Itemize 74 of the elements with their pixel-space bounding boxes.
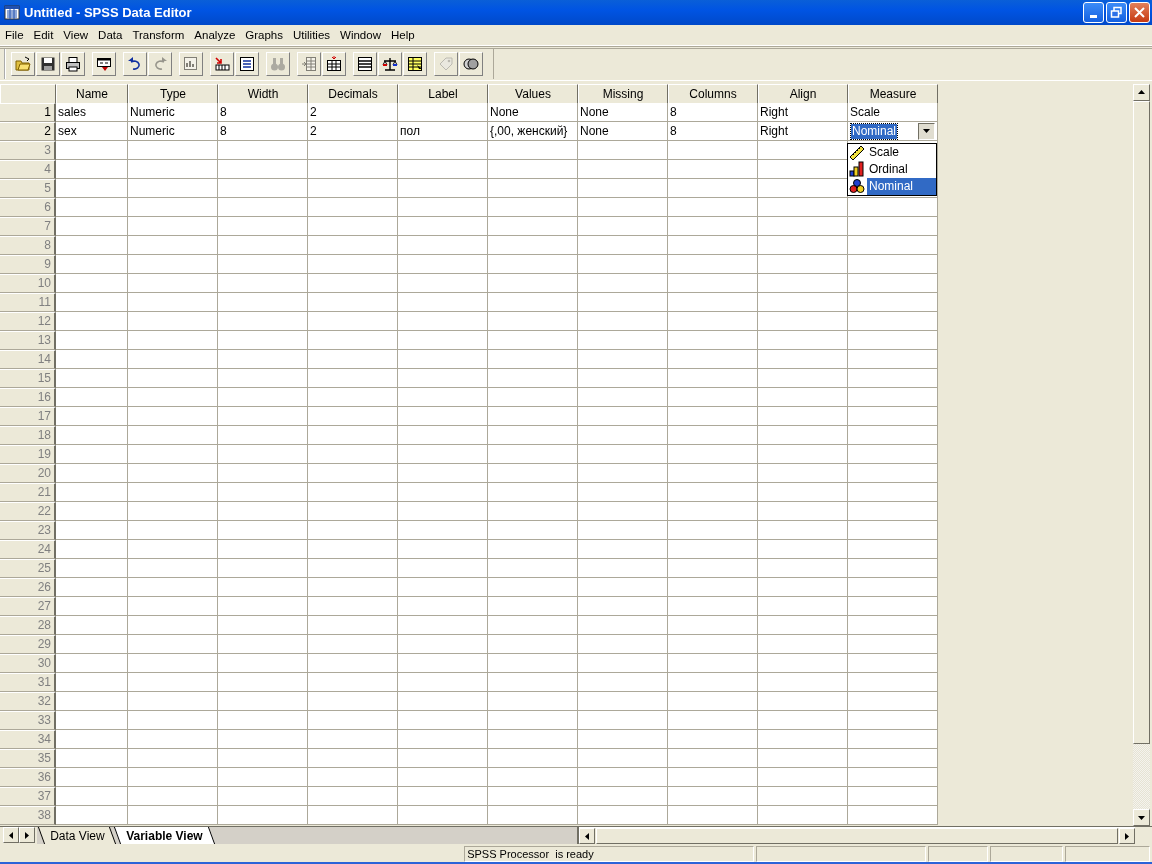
column-header[interactable]: Decimals (308, 83, 398, 104)
close-icon (1133, 5, 1146, 19)
toolbar-button[interactable] (458, 52, 483, 77)
sheet-tab[interactable]: Variable View (114, 827, 216, 844)
menu-item[interactable]: Analyze (189, 29, 241, 42)
toolbar-button[interactable] (122, 52, 147, 77)
menu-item[interactable]: Graphs (240, 29, 288, 42)
menu-item[interactable]: Help (385, 29, 420, 42)
column-header[interactable]: Values (488, 83, 578, 104)
column-header[interactable]: Width (218, 83, 308, 104)
dialog-icon (95, 56, 112, 73)
previous-tab-icon (9, 831, 13, 839)
tag-icon (437, 56, 454, 73)
printer-icon (64, 56, 81, 73)
dropdown-option[interactable]: Nominal (867, 177, 936, 195)
toolbar-button[interactable] (321, 52, 346, 77)
folder-icon (14, 56, 31, 73)
left-arrow-icon (585, 832, 589, 840)
spreadsheet-icon (4, 4, 20, 21)
toolbar-button[interactable] (402, 52, 427, 77)
arrow-to-row-icon (213, 56, 230, 73)
dropdown-option[interactable]: Scale (867, 143, 936, 161)
column-header[interactable]: Align (758, 83, 848, 104)
binoculars-icon (269, 56, 286, 73)
select-table-icon (406, 56, 423, 73)
dropdown-value[interactable]: Nominal (851, 123, 897, 139)
toolbar-button[interactable] (35, 52, 60, 77)
horizontal-scrollbar[interactable] (579, 827, 1135, 844)
chart-icon (182, 56, 199, 73)
sheet-tab[interactable]: Data View (37, 827, 117, 844)
menu-item[interactable]: Utilities (288, 29, 336, 42)
previous-tab-button[interactable] (3, 827, 19, 843)
caret-icon (923, 129, 930, 134)
undo-icon (126, 56, 143, 73)
menu-item[interactable]: Window (335, 29, 386, 42)
toolbar-button[interactable] (60, 52, 85, 77)
column-header[interactable]: Columns (668, 83, 758, 104)
insert-row-icon (300, 56, 317, 73)
column-header[interactable]: Name (56, 83, 128, 104)
up-arrow-icon (1138, 90, 1145, 95)
menu-item[interactable]: File (0, 29, 29, 42)
down-arrow-icon (1138, 815, 1145, 820)
column-header[interactable]: Measure (848, 83, 938, 104)
menu-item[interactable]: View (58, 29, 94, 42)
insert-column-icon (325, 56, 342, 73)
vertical-scrollbar[interactable] (1133, 83, 1150, 826)
close-button[interactable] (1129, 1, 1150, 23)
restore-button[interactable] (1106, 1, 1127, 23)
toolbar-button[interactable] (377, 52, 402, 77)
status-message: SPSS Processor is ready (464, 846, 754, 862)
right-arrow-icon (1125, 832, 1129, 840)
next-tab-icon (25, 831, 29, 839)
window-title: Untitled - SPSS Data Editor (24, 4, 193, 20)
split-table-icon (356, 56, 373, 73)
column-header[interactable]: Missing (578, 83, 668, 104)
menu-item[interactable]: Edit (28, 29, 59, 42)
dropdown-button[interactable] (918, 122, 935, 140)
toolbar-button[interactable] (234, 52, 259, 77)
menu-item[interactable]: Data (93, 29, 128, 42)
minimize-button[interactable] (1083, 1, 1104, 23)
minimize-icon (1090, 14, 1097, 18)
toolbar-button[interactable] (209, 52, 234, 77)
scale-balance-icon (381, 56, 398, 73)
corner-header (0, 83, 56, 104)
toolbar-button[interactable] (352, 52, 377, 77)
column-header[interactable]: Type (128, 83, 218, 104)
restore-icon (1110, 5, 1123, 19)
circles-icon (462, 56, 479, 73)
toolbar-button[interactable] (91, 52, 116, 77)
column-header[interactable]: Label (398, 83, 488, 104)
next-tab-button[interactable] (19, 827, 35, 843)
dropdown-option[interactable]: Ordinal (867, 160, 936, 178)
variable-list-icon (238, 56, 255, 73)
menu-item[interactable]: Transform (127, 29, 190, 42)
